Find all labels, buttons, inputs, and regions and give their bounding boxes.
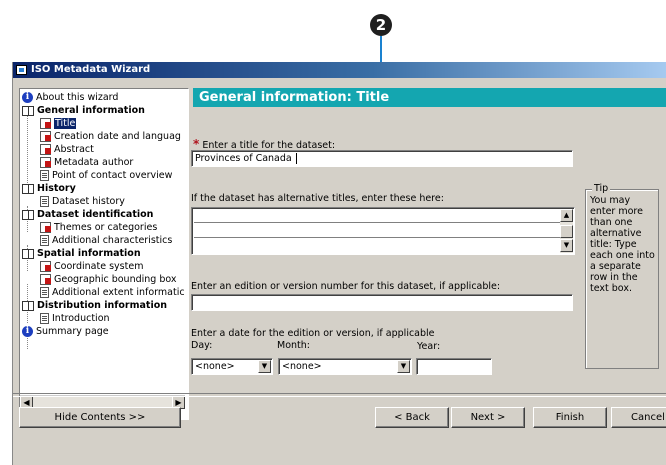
contents-tree[interactable]: i About this wizard General information T… <box>19 88 189 420</box>
tree-group-dataset-identification[interactable]: Dataset identification <box>22 208 153 221</box>
tree-item-creation-date[interactable]: Creation date and languag <box>40 130 181 143</box>
year-label: Year: <box>417 341 441 352</box>
tree-item-additional-extent[interactable]: Additional extent informatic <box>40 286 185 299</box>
wizard-page-icon <box>40 261 51 272</box>
wizard-page-icon <box>40 131 51 142</box>
info-icon: i <box>22 326 33 337</box>
tip-title: Tip <box>592 183 611 194</box>
wizard-page-icon <box>40 222 51 233</box>
next-button[interactable]: Next > <box>451 407 525 428</box>
title-field-label: * Enter a title for the dataset: <box>193 137 336 151</box>
app-icon <box>16 65 27 75</box>
document-icon <box>40 196 49 207</box>
wizard-page-icon <box>40 118 51 129</box>
edition-input[interactable] <box>191 294 573 311</box>
month-select[interactable]: <none> ▼ <box>278 358 412 375</box>
tree-item-dataset-history[interactable]: Dataset history <box>40 195 125 208</box>
wizard-page-icon <box>40 157 51 168</box>
tip-text: You may enter more than one alternative … <box>590 195 655 294</box>
window-title: ISO Metadata Wizard <box>31 64 151 75</box>
book-icon <box>22 183 34 194</box>
required-star-icon: * <box>193 137 200 151</box>
tree-item-title[interactable]: Title <box>40 117 77 130</box>
book-icon <box>22 248 34 259</box>
hide-contents-button[interactable]: Hide Contents >> <box>19 407 181 428</box>
tree-group-history[interactable]: History <box>22 182 76 195</box>
title-input[interactable]: Provinces of Canada <box>191 150 573 167</box>
cancel-button[interactable]: Cancel <box>611 407 666 428</box>
dropdown-arrow-icon[interactable]: ▼ <box>258 360 271 373</box>
tree-group-general-information[interactable]: General information <box>22 104 145 117</box>
tree-item-bounding-box[interactable]: Geographic bounding box <box>40 273 177 286</box>
finish-button[interactable]: Finish <box>533 407 607 428</box>
alt-titles-grid[interactable]: ▲ ▼ <box>191 207 575 255</box>
tree-group-spatial-information[interactable]: Spatial information <box>22 247 141 260</box>
wizard-page-icon <box>40 144 51 155</box>
tree-item-additional-characteristics[interactable]: Additional characteristics <box>40 234 172 247</box>
document-icon <box>40 313 49 324</box>
alt-title-row[interactable] <box>194 223 560 238</box>
alt-titles-label: If the dataset has alternative titles, e… <box>191 193 444 204</box>
tree-item-abstract[interactable]: Abstract <box>40 143 94 156</box>
document-icon <box>40 287 49 298</box>
tree-item-metadata-author[interactable]: Metadata author <box>40 156 133 169</box>
date-label: Enter a date for the edition or version,… <box>191 328 435 339</box>
year-input[interactable] <box>416 358 492 375</box>
document-icon <box>40 235 49 246</box>
book-icon <box>22 105 34 116</box>
book-icon <box>22 300 34 311</box>
scroll-down-icon[interactable]: ▼ <box>560 239 573 252</box>
document-icon <box>40 170 49 181</box>
dropdown-arrow-icon[interactable]: ▼ <box>397 360 410 373</box>
book-icon <box>22 209 34 220</box>
title-bar: ISO Metadata Wizard <box>13 62 666 78</box>
day-label: Day: <box>191 340 213 351</box>
tree-item-introduction[interactable]: Introduction <box>40 312 110 325</box>
info-icon: i <box>22 92 33 103</box>
back-button[interactable]: < Back <box>375 407 449 428</box>
text-caret <box>295 153 297 164</box>
wizard-window: ISO Metadata Wizard i About this wizard G… <box>12 62 666 465</box>
month-label: Month: <box>277 340 310 351</box>
tree-item-themes[interactable]: Themes or categories <box>40 221 157 234</box>
alt-titles-scrollbar[interactable]: ▲ ▼ <box>560 209 573 253</box>
tree-item-summary-page[interactable]: i Summary page <box>22 325 109 338</box>
tree-item-point-of-contact[interactable]: Point of contact overview <box>40 169 172 182</box>
alt-title-row[interactable] <box>194 208 560 223</box>
wizard-page-icon <box>40 274 51 285</box>
page-header: General information: Title <box>193 88 666 107</box>
scroll-thumb[interactable] <box>560 225 573 238</box>
alt-title-row[interactable] <box>194 238 560 252</box>
tree-item-coordinate-system[interactable]: Coordinate system <box>40 260 143 273</box>
step-callout-badge: 2 <box>370 14 392 36</box>
divider <box>13 393 666 397</box>
tree-group-distribution-information[interactable]: Distribution information <box>22 299 167 312</box>
day-select[interactable]: <none> ▼ <box>191 358 273 375</box>
edition-label: Enter an edition or version number for t… <box>191 281 501 292</box>
tree-item-about[interactable]: i About this wizard <box>22 91 118 104</box>
scroll-up-icon[interactable]: ▲ <box>560 209 573 222</box>
